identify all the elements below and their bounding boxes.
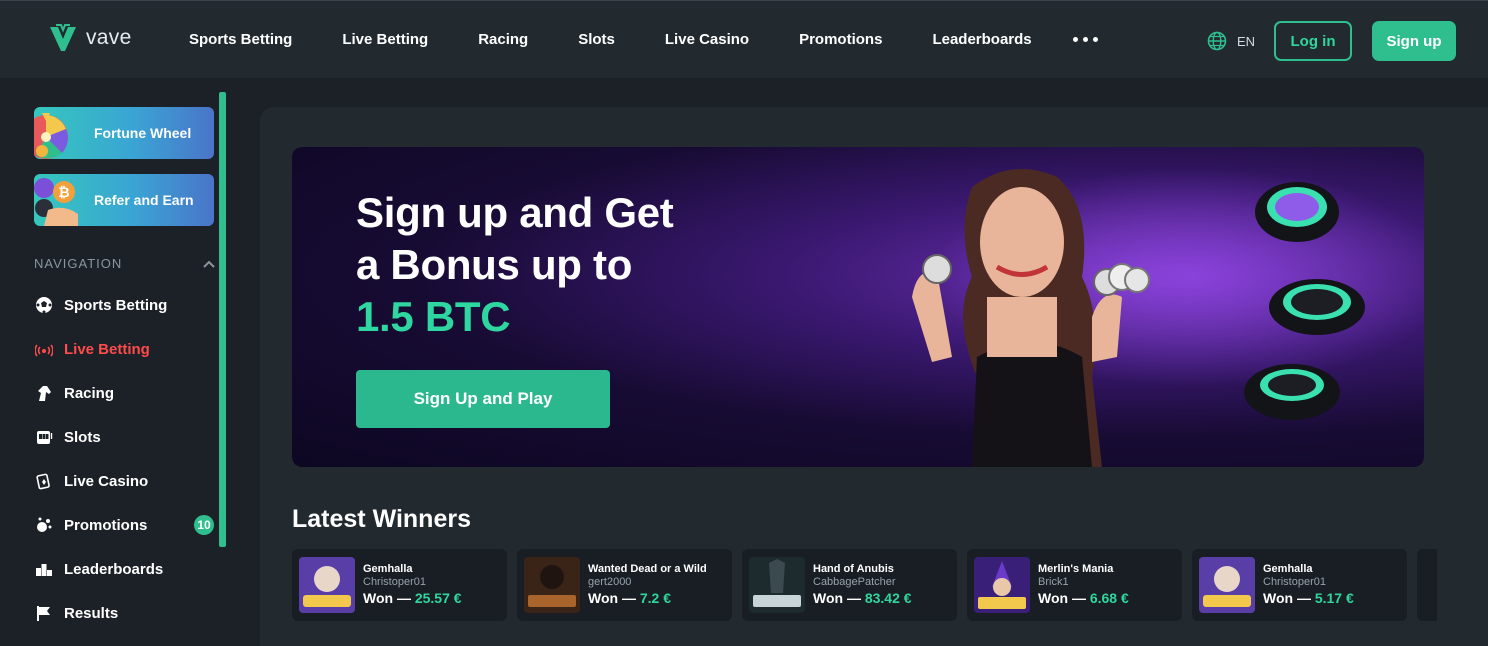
sidebar-item-label: Live Betting bbox=[64, 340, 150, 358]
banner-illustration bbox=[912, 167, 1424, 467]
slot-machine-icon bbox=[34, 427, 54, 447]
topnav-sports-betting[interactable]: Sports Betting bbox=[189, 31, 292, 48]
horse-head-icon bbox=[34, 383, 54, 403]
winner-game: Hand of Anubis bbox=[813, 563, 894, 575]
banner-bonus-amount: 1.5 BTC bbox=[356, 293, 511, 340]
top-navigation: Sports Betting Live Betting Racing Slots… bbox=[189, 31, 1082, 48]
topnav-promotions[interactable]: Promotions bbox=[799, 31, 882, 48]
sidebar-item-leaderboards[interactable]: Leaderboards bbox=[34, 557, 216, 581]
language-selector[interactable]: EN bbox=[1207, 31, 1255, 51]
navigation-heading[interactable]: NAVIGATION bbox=[34, 256, 216, 271]
winner-amount: 25.57 € bbox=[414, 590, 462, 606]
topnav-leaderboards[interactable]: Leaderboards bbox=[932, 31, 1031, 48]
winner-card[interactable]: Wanted Dead or a Wild gert2000 Won — 7.2… bbox=[517, 549, 732, 621]
top-header: vave Sports Betting Live Betting Racing … bbox=[0, 0, 1488, 78]
chevron-up-icon bbox=[203, 260, 215, 268]
winner-card[interactable]: Gemhalla Christoper01 Won — 25.57 € bbox=[292, 549, 507, 621]
topnav-racing[interactable]: Racing bbox=[478, 31, 528, 48]
sidebar-item-live-casino[interactable]: Live Casino bbox=[34, 469, 216, 493]
vave-logo-icon bbox=[50, 24, 76, 51]
sidebar-item-slots[interactable]: Slots bbox=[34, 425, 216, 449]
sidebar-item-results[interactable]: Results bbox=[34, 601, 216, 625]
gemhalla-thumbnail bbox=[1199, 557, 1255, 613]
sidebar-scrollbar[interactable] bbox=[219, 92, 226, 547]
topnav-live-betting[interactable]: Live Betting bbox=[342, 31, 428, 48]
topnav-slots[interactable]: Slots bbox=[578, 31, 615, 48]
sidebar-item-label: Live Casino bbox=[64, 472, 149, 490]
banner-line-1: Sign up and Get bbox=[356, 189, 674, 236]
winner-amount-line: Won — 6.68 € bbox=[1038, 590, 1129, 606]
winner-card[interactable]: Gemhalla Christoper01 Won — 5.17 € bbox=[1192, 549, 1407, 621]
winner-user: gert2000 bbox=[588, 576, 632, 588]
banner-headline: Sign up and Get a Bonus up to 1.5 BTC bbox=[356, 187, 674, 343]
more-menu-icon[interactable] bbox=[1073, 37, 1098, 42]
refer-and-earn-card[interactable]: ₿ Refer and Earn bbox=[34, 174, 214, 226]
confetti-icon bbox=[34, 515, 54, 535]
fortune-wheel-label: Fortune Wheel bbox=[94, 125, 192, 141]
promo-banner[interactable]: Sign up and Get a Bonus up to 1.5 BTC Si… bbox=[292, 147, 1424, 467]
globe-icon bbox=[1207, 31, 1227, 51]
sidebar-item-racing[interactable]: Racing bbox=[34, 381, 216, 405]
sidebar-item-label: Racing bbox=[64, 384, 115, 402]
svg-text:₿: ₿ bbox=[58, 185, 69, 201]
latest-winners-list: Gemhalla Christoper01 Won — 25.57 € Want… bbox=[292, 549, 1437, 621]
promotions-count-badge: 10 bbox=[194, 515, 214, 535]
winner-amount-line: Won — 7.2 € bbox=[588, 590, 671, 606]
login-button[interactable]: Log in bbox=[1274, 21, 1352, 61]
banner-line-2: a Bonus up to bbox=[356, 241, 633, 288]
refer-and-earn-label: Refer and Earn bbox=[94, 192, 194, 208]
podium-icon bbox=[34, 559, 54, 579]
sidebar-item-label: Results bbox=[64, 604, 119, 622]
winner-card-partial[interactable] bbox=[1417, 549, 1437, 621]
winner-game: Wanted Dead or a Wild bbox=[588, 563, 707, 575]
hand-of-anubis-thumbnail bbox=[749, 557, 805, 613]
winner-amount: 83.42 € bbox=[864, 590, 912, 606]
bitcoin-coin-icon: ₿ bbox=[34, 174, 80, 226]
topnav-live-casino[interactable]: Live Casino bbox=[665, 31, 749, 48]
winner-user: CabbagePatcher bbox=[813, 576, 896, 588]
winner-amount-line: Won — 83.42 € bbox=[813, 590, 912, 606]
winner-card[interactable]: Hand of Anubis CabbagePatcher Won — 83.4… bbox=[742, 549, 957, 621]
brand-name: vave bbox=[86, 26, 132, 49]
flag-icon bbox=[34, 603, 54, 623]
winner-amount: 7.2 € bbox=[639, 590, 671, 606]
gemhalla-thumbnail bbox=[299, 557, 355, 613]
sidebar-item-label: Slots bbox=[64, 428, 101, 446]
language-code: EN bbox=[1237, 33, 1256, 49]
navigation-heading-label: NAVIGATION bbox=[34, 256, 123, 271]
winner-amount: 6.68 € bbox=[1089, 590, 1129, 606]
soccer-ball-icon bbox=[34, 295, 54, 315]
winner-card[interactable]: Merlin's Mania Brick1 Won — 6.68 € bbox=[967, 549, 1182, 621]
winner-game: Merlin's Mania bbox=[1038, 563, 1114, 575]
wanted-dead-thumbnail bbox=[524, 557, 580, 613]
sign-up-and-play-button[interactable]: Sign Up and Play bbox=[356, 370, 610, 428]
sidebar-item-label: Leaderboards bbox=[64, 560, 164, 578]
merlins-mania-thumbnail bbox=[974, 557, 1030, 613]
fortune-wheel-card[interactable]: Fortune Wheel bbox=[34, 107, 214, 159]
winner-game: Gemhalla bbox=[363, 563, 413, 575]
sidebar-item-live-betting[interactable]: Live Betting bbox=[34, 337, 216, 361]
winner-user: Christoper01 bbox=[1263, 576, 1326, 588]
sidebar-item-promotions[interactable]: Promotions 10 bbox=[34, 513, 216, 537]
brand-logo[interactable]: vave bbox=[48, 23, 132, 53]
playing-cards-icon bbox=[34, 471, 54, 491]
signup-button[interactable]: Sign up bbox=[1372, 21, 1456, 61]
live-signal-icon bbox=[34, 339, 54, 359]
winner-user: Christoper01 bbox=[363, 576, 426, 588]
winner-user: Brick1 bbox=[1038, 576, 1069, 588]
sidebar-item-label: Sports Betting bbox=[64, 296, 168, 314]
sidebar-item-label: Promotions bbox=[64, 516, 148, 534]
winner-amount-line: Won — 25.57 € bbox=[363, 590, 462, 606]
winner-amount: 5.17 € bbox=[1314, 590, 1354, 606]
winner-amount-line: Won — 5.17 € bbox=[1263, 590, 1354, 606]
sidebar-item-sports-betting[interactable]: Sports Betting bbox=[34, 293, 216, 317]
latest-winners-heading: Latest Winners bbox=[292, 505, 471, 533]
fortune-wheel-icon bbox=[34, 107, 80, 159]
winner-game: Gemhalla bbox=[1263, 563, 1313, 575]
